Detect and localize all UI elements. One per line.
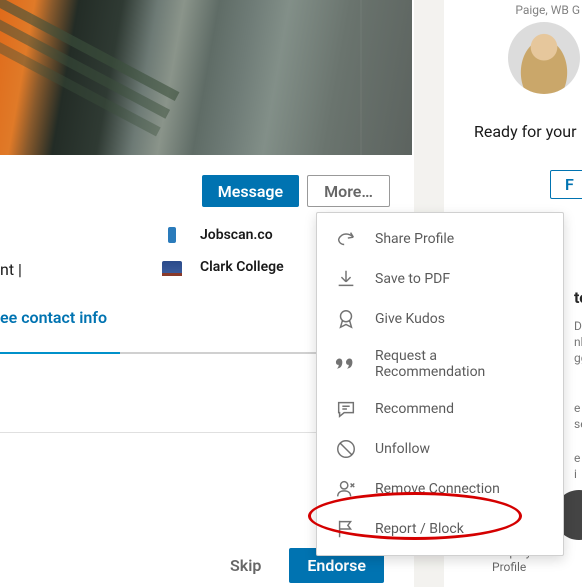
menu-label: Report / Block	[375, 521, 464, 537]
menu-label: Unfollow	[375, 441, 430, 457]
recommend-item[interactable]: Recommend	[317, 389, 563, 429]
save-pdf-item[interactable]: Save to PDF	[317, 259, 563, 299]
jobscan-logo-icon	[160, 223, 184, 247]
headline-text: nt |	[0, 260, 22, 279]
clark-college-logo-icon	[160, 255, 184, 279]
remove-connection-item[interactable]: Remove Connection	[317, 469, 563, 509]
text-fragment: De nk gg	[574, 318, 582, 366]
quote-icon	[335, 353, 357, 375]
menu-label: Remove Connection	[375, 481, 500, 497]
remove-user-icon	[335, 478, 357, 500]
more-actions-dropdown: Share Profile Save to PDF Give Kudos Req…	[316, 212, 564, 556]
org-name: Clark College	[200, 259, 284, 275]
award-icon	[335, 308, 357, 330]
menu-label: Give Kudos	[375, 311, 445, 327]
promoted-name: Paige, WB G	[515, 3, 580, 17]
cancel-icon	[335, 438, 357, 460]
avatar	[508, 22, 580, 94]
more-button[interactable]: More…	[307, 175, 390, 207]
request-recommendation-item[interactable]: Request a Recommendation	[317, 339, 563, 389]
text-fragment: e se	[574, 400, 582, 432]
menu-label: Request a Recommendation	[375, 348, 545, 380]
report-block-item[interactable]: Report / Block	[317, 509, 563, 549]
text-fragment: e i	[574, 450, 580, 482]
section-header-fragment: to	[574, 288, 582, 307]
skip-button[interactable]: Skip	[218, 550, 273, 581]
menu-label: Save to PDF	[375, 271, 450, 287]
action-button-row: Message More…	[0, 155, 414, 207]
promo-headline: Ready for your	[474, 122, 577, 141]
unfollow-item[interactable]: Unfollow	[317, 429, 563, 469]
cover-photo	[0, 0, 412, 155]
share-profile-item[interactable]: Share Profile	[317, 219, 563, 259]
message-button[interactable]: Message	[202, 175, 299, 207]
see-contact-info-link[interactable]: ee contact info	[0, 308, 107, 327]
share-icon	[335, 228, 357, 250]
download-icon	[335, 268, 357, 290]
menu-label: Recommend	[375, 401, 454, 417]
flag-icon	[335, 518, 357, 540]
org-name: Jobscan.co	[200, 227, 273, 243]
menu-label: Share Profile	[375, 231, 454, 247]
give-kudos-item[interactable]: Give Kudos	[317, 299, 563, 339]
follow-button[interactable]: F	[550, 170, 582, 199]
speech-icon	[335, 398, 357, 420]
